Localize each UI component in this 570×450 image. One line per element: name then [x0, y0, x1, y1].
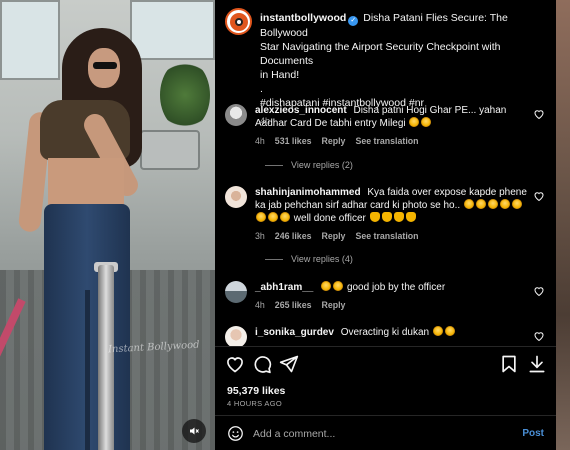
laughing-emoji-icon: [463, 199, 474, 209]
comment-username[interactable]: alexzieos_innocent: [255, 105, 347, 116]
background-plant: [160, 60, 210, 130]
laughing-emoji-icon: [421, 117, 432, 127]
verified-badge-icon: ✓: [348, 16, 359, 26]
commenter-avatar[interactable]: [225, 326, 247, 346]
bookmark-icon[interactable]: [499, 354, 519, 374]
background-window: [0, 0, 60, 80]
background-edge: [556, 0, 570, 450]
view-replies-button[interactable]: View replies (4): [265, 254, 353, 264]
laughing-emoji-icon: [499, 199, 510, 209]
heart-icon[interactable]: [533, 285, 545, 297]
comment-time: 3h: [255, 231, 265, 241]
caption-line: in Hand!: [260, 69, 300, 81]
queue-pole: [98, 265, 114, 450]
divider-line: [265, 258, 283, 260]
laughing-emoji-icon: [444, 326, 455, 336]
laughing-emoji-icon: [487, 199, 498, 209]
reply-button[interactable]: Reply: [321, 230, 345, 243]
heart-icon[interactable]: [533, 190, 545, 202]
comment-username[interactable]: i_sonika_gurdev: [255, 327, 334, 338]
section-divider: [215, 346, 556, 347]
post-timestamp: 4 HOURS AGO: [227, 399, 282, 408]
clapping-emoji-icon: [381, 212, 392, 222]
section-divider: [215, 415, 556, 416]
comment-likes[interactable]: 265 likes: [275, 299, 312, 312]
view-replies-label: View replies (2): [291, 160, 353, 170]
add-comment-bar: Post: [225, 422, 550, 446]
caption-line: Star Navigating the Airport Security Che…: [260, 41, 501, 67]
post-like-count[interactable]: 95,379 likes: [227, 385, 285, 397]
heart-icon[interactable]: [533, 330, 545, 342]
laughing-emoji-icon: [475, 199, 486, 209]
speaker-muted-icon: [190, 427, 199, 435]
jeans-seam: [85, 290, 90, 450]
see-translation-button[interactable]: See translation: [355, 135, 418, 148]
view-replies-label: View replies (4): [291, 254, 353, 264]
comment-input[interactable]: [253, 424, 493, 444]
background-cart: [140, 130, 200, 170]
comment-text: good job by the officer: [346, 282, 446, 293]
reply-button[interactable]: Reply: [321, 299, 345, 312]
commenter-avatar[interactable]: [225, 281, 247, 303]
reply-button[interactable]: Reply: [321, 135, 345, 148]
comment-text-extra: well done officer: [293, 213, 366, 224]
background-window: [130, 0, 215, 60]
post-side-panel: instantbollywood ✓ Disha Patani Flies Sec…: [215, 0, 556, 450]
commenter-avatar[interactable]: [225, 104, 247, 126]
laughing-emoji-icon: [511, 199, 522, 209]
author-avatar[interactable]: [225, 8, 252, 35]
view-replies-button[interactable]: View replies (2): [265, 160, 353, 170]
post-actions-bar: [225, 354, 547, 376]
laughing-emoji-icon: [333, 281, 344, 291]
comment-username[interactable]: _abh1ram__: [255, 282, 313, 293]
post-photo: Instant Bollywood: [0, 0, 215, 450]
post-comment-button[interactable]: Post: [522, 428, 544, 439]
comment-text: Overacting ki dukan: [340, 327, 430, 338]
commenter-avatar[interactable]: [225, 186, 247, 208]
heart-icon[interactable]: [533, 108, 545, 120]
laughing-emoji-icon: [256, 212, 266, 222]
laughing-emoji-icon: [280, 212, 290, 222]
mute-button[interactable]: [182, 419, 206, 443]
comment-likes[interactable]: 531 likes: [275, 135, 312, 148]
smiley-icon[interactable]: [227, 425, 244, 442]
see-translation-button[interactable]: See translation: [355, 230, 418, 243]
comment-icon[interactable]: [252, 354, 272, 374]
laughing-emoji-icon: [432, 326, 443, 336]
laughing-emoji-icon: [321, 281, 332, 291]
author-username[interactable]: instantbollywood: [260, 12, 346, 24]
comment-time: 4h: [255, 136, 265, 146]
clapping-emoji-icon: [393, 212, 404, 222]
comments-list[interactable]: instantbollywood ✓ Disha Patani Flies Sec…: [215, 0, 556, 346]
clapping-emoji-icon: [405, 212, 416, 222]
download-icon[interactable]: [527, 354, 547, 374]
heart-icon[interactable]: [225, 354, 245, 374]
comment-time: 4h: [255, 300, 265, 310]
comment-username[interactable]: shahinjanimohammed: [255, 187, 361, 198]
send-icon[interactable]: [279, 354, 299, 374]
person-sunglasses: [93, 62, 117, 69]
laughing-emoji-icon: [409, 117, 420, 127]
caption-line: .: [260, 83, 263, 95]
comment-likes[interactable]: 246 likes: [275, 230, 312, 243]
divider-line: [265, 164, 283, 166]
laughing-emoji-icon: [268, 212, 278, 222]
clapping-emoji-icon: [369, 212, 380, 222]
person-midriff: [48, 158, 124, 206]
